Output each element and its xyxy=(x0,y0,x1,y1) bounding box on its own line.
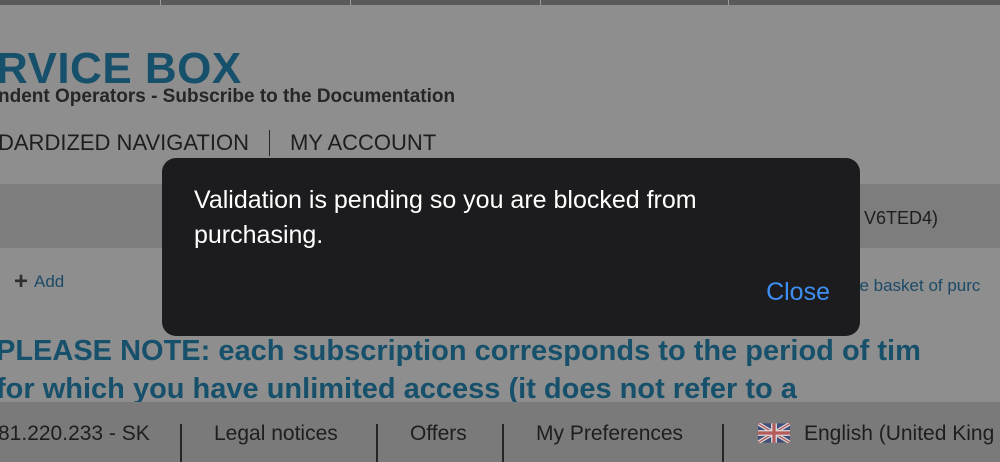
footer-offers[interactable]: Offers xyxy=(410,422,467,446)
top-bar xyxy=(0,0,1000,5)
validation-alert-dialog: Validation is pending so you are blocked… xyxy=(162,158,860,336)
note-line-1: PLEASE NOTE: each subscription correspon… xyxy=(0,335,921,367)
footer-divider xyxy=(722,424,724,462)
footer-divider xyxy=(502,424,504,462)
nav-divider xyxy=(268,130,270,156)
site-subtitle: ndent Operators - Subscribe to the Docum… xyxy=(0,86,456,107)
footer-language-selector[interactable]: English (United King xyxy=(758,422,994,446)
basket-link[interactable]: he basket of purc xyxy=(850,276,980,296)
nav-my-account[interactable]: MY ACCOUNT xyxy=(290,130,436,156)
footer-ip: 81.220.233 - SK xyxy=(0,422,150,445)
footer-legal-notices[interactable]: Legal notices xyxy=(214,422,338,446)
close-button[interactable]: Close xyxy=(766,278,830,307)
dialog-message: Validation is pending so you are blocked… xyxy=(194,186,697,249)
language-label: English (United King xyxy=(804,422,995,445)
footer-my-preferences[interactable]: My Preferences xyxy=(536,422,683,446)
main-nav: DARDIZED NAVIGATION MY ACCOUNT xyxy=(0,130,436,156)
uk-flag-icon xyxy=(758,423,790,443)
add-link[interactable]: + Add xyxy=(14,268,65,295)
subscription-note: PLEASE NOTE: each subscription correspon… xyxy=(0,332,921,408)
footer-divider xyxy=(180,424,182,462)
band-text: V6TED4) xyxy=(863,208,938,228)
plus-icon: + xyxy=(14,268,29,295)
nav-standardized-navigation[interactable]: DARDIZED NAVIGATION xyxy=(0,130,249,156)
footer: 81.220.233 - SK Legal notices Offers My … xyxy=(0,402,1000,462)
add-label: Add xyxy=(34,272,65,291)
footer-divider xyxy=(376,424,378,462)
